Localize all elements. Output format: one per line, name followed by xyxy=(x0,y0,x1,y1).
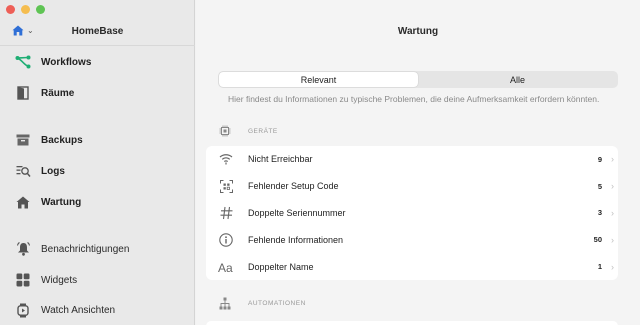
workflows-icon xyxy=(15,54,31,70)
count-badge: 5 xyxy=(597,181,602,191)
sidebar-item-benachrichtigungen[interactable]: Benachrichtigungen xyxy=(0,238,195,260)
chevron-right-icon: › xyxy=(611,181,614,192)
count-badge: 1 xyxy=(597,262,602,272)
sidebar-item-label: Benachrichtigungen xyxy=(41,243,130,255)
list-item-fehlender-setup-code[interactable]: Fehlender Setup Code 5 › xyxy=(206,173,618,200)
row-label: Nicht Erreichbar xyxy=(248,154,313,165)
sidebar-item-logs[interactable]: Logs xyxy=(0,160,195,182)
sidebar-item-label: Watch Ansichten xyxy=(41,304,116,316)
sidebar-item-label: Logs xyxy=(41,165,65,177)
sidebar-item-backups[interactable]: Backups xyxy=(0,129,195,151)
section-header-label: AUTOMATIONEN xyxy=(248,299,306,307)
count-badge: 50 xyxy=(593,235,602,245)
tab-relevant[interactable]: Relevant xyxy=(219,72,418,87)
watch-icon xyxy=(15,302,31,318)
automations-card xyxy=(206,321,618,325)
qr-scan-icon xyxy=(218,178,234,194)
row-label: Fehlende Informationen xyxy=(248,234,344,245)
chip-icon xyxy=(218,124,232,138)
segmented-control: Relevant Alle xyxy=(218,71,618,88)
list-item-nicht-erreichbar[interactable]: Nicht Erreichbar 9 › xyxy=(206,146,618,173)
chevron-right-icon: › xyxy=(611,234,614,245)
row-label: Doppelter Name xyxy=(248,261,314,272)
row-label: Fehlender Setup Code xyxy=(248,181,339,192)
sidebar-item-raeume[interactable]: Räume xyxy=(0,82,195,104)
count-badge: 9 xyxy=(597,154,602,164)
section-header-geraete: GERÄTE xyxy=(218,124,278,138)
section-header-label: GERÄTE xyxy=(248,127,278,135)
hierarchy-icon xyxy=(218,296,232,310)
logs-search-icon xyxy=(15,163,31,179)
sidebar-item-widgets[interactable]: Widgets xyxy=(0,269,195,291)
sidebar-item-wartung[interactable]: Wartung xyxy=(0,191,195,213)
zoom-window-button[interactable] xyxy=(36,5,45,14)
close-window-button[interactable] xyxy=(6,5,15,14)
door-icon xyxy=(15,85,31,101)
sidebar-item-label: Workflows xyxy=(41,56,92,68)
row-label: Doppelte Seriennummer xyxy=(248,207,346,218)
archive-box-icon xyxy=(15,132,31,148)
divider xyxy=(0,45,195,46)
sidebar-item-label: Widgets xyxy=(41,274,78,286)
info-text: Hier findest du Informationen zu typisch… xyxy=(228,94,600,104)
svg-text:Aa: Aa xyxy=(218,261,233,273)
list-item-doppelter-name[interactable]: Aa Doppelter Name 1 › xyxy=(206,253,618,280)
house-icon xyxy=(15,194,31,210)
tab-alle[interactable]: Alle xyxy=(418,72,617,87)
list-item-fehlende-informationen[interactable]: Fehlende Informationen 50 › xyxy=(206,226,618,253)
count-badge: 3 xyxy=(597,208,602,218)
window-controls xyxy=(6,5,45,14)
info-circle-icon xyxy=(218,232,234,248)
hash-icon xyxy=(218,205,234,221)
sidebar-item-label: Wartung xyxy=(41,196,82,208)
sidebar-item-label: Backups xyxy=(41,134,83,146)
devices-card: Nicht Erreichbar 9 › Fehlender Setup Cod… xyxy=(206,146,618,280)
list-item-doppelte-seriennummer[interactable]: Doppelte Seriennummer 3 › xyxy=(206,200,618,227)
sidebar-item-workflows[interactable]: Workflows xyxy=(0,51,195,73)
chevron-right-icon: › xyxy=(611,261,614,272)
bell-icon xyxy=(15,241,31,257)
sidebar: ⌄ HomeBase Workflows Räume Backups Logs … xyxy=(0,0,195,325)
text-aa-icon: Aa xyxy=(218,259,234,275)
chevron-right-icon: › xyxy=(611,154,614,165)
wifi-off-icon xyxy=(218,151,234,167)
main-panel: Wartung Relevant Alle Hier findest du In… xyxy=(196,0,640,325)
sidebar-item-label: Räume xyxy=(41,87,75,99)
section-header-automationen: AUTOMATIONEN xyxy=(218,296,306,310)
app-title: HomeBase xyxy=(71,26,124,37)
page-title: Wartung xyxy=(397,26,439,37)
widgets-grid-icon xyxy=(15,272,31,288)
chevron-right-icon: › xyxy=(611,207,614,218)
minimize-window-button[interactable] xyxy=(21,5,30,14)
sidebar-item-watch-ansichten[interactable]: Watch Ansichten xyxy=(0,299,195,321)
